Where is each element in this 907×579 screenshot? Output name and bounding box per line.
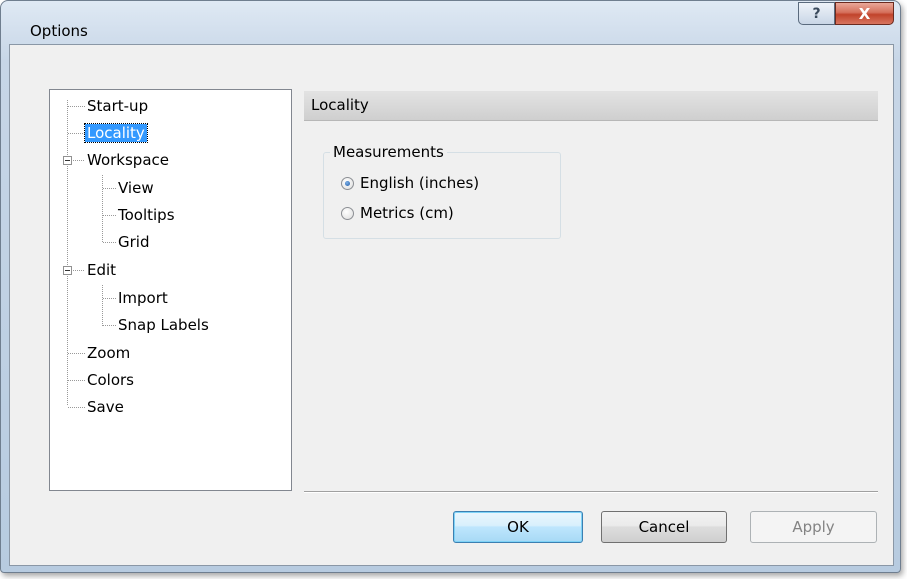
tree-item-grid[interactable]: Grid — [116, 231, 151, 253]
tree-connector-line — [67, 100, 68, 406]
options-tree[interactable]: Start-up Locality Workspace View Tooltip… — [49, 89, 292, 491]
button-separator — [304, 491, 878, 493]
close-button[interactable]: X — [835, 2, 894, 25]
english-inches-label: English (inches) — [360, 174, 480, 192]
tree-connector-line — [68, 380, 85, 381]
help-button[interactable]: ? — [798, 2, 835, 25]
collapse-icon[interactable] — [63, 266, 72, 275]
title-bar[interactable]: Options ? X — [1, 1, 900, 45]
measurements-group-label: Measurements — [330, 144, 447, 160]
tree-item-label: Snap Labels — [118, 316, 209, 334]
window-title: Options — [30, 22, 88, 40]
section-header: Locality — [304, 91, 878, 121]
metrics-cm-label: Metrics (cm) — [360, 204, 454, 222]
cancel-button[interactable]: Cancel — [601, 511, 727, 543]
tree-item-label: Zoom — [87, 344, 131, 362]
tree-item-label: Grid — [118, 233, 150, 251]
tree-connector-line — [68, 407, 85, 408]
tree-connector-line — [68, 106, 85, 107]
tree-connector-line — [73, 160, 85, 161]
tree-item-label: Colors — [87, 371, 134, 389]
tree-item-label: Locality — [84, 123, 148, 143]
tree-item-label: Import — [118, 289, 168, 307]
tree-item-edit[interactable]: Edit — [85, 259, 118, 281]
tree-item-label: Edit — [87, 261, 117, 279]
tree-item-label: View — [118, 179, 154, 197]
tree-item-import[interactable]: Import — [116, 287, 170, 309]
tree-item-save[interactable]: Save — [85, 396, 126, 418]
tree-connector-line — [103, 188, 116, 189]
tree-connector-line — [103, 298, 116, 299]
tree-item-label: Workspace — [87, 151, 169, 169]
tree-item-locality[interactable]: Locality — [84, 122, 148, 144]
metrics-cm-option[interactable]: Metrics (cm) — [341, 203, 454, 223]
tree-item-colors[interactable]: Colors — [85, 369, 136, 391]
tree-item-label: Save — [87, 398, 124, 416]
radio-unchecked-icon[interactable] — [341, 206, 354, 220]
apply-button[interactable]: Apply — [750, 511, 877, 543]
dialog-client-area: Start-up Locality Workspace View Tooltip… — [9, 44, 894, 566]
help-icon: ? — [812, 5, 821, 22]
tree-connector-line — [73, 270, 85, 271]
tree-connector-line — [68, 353, 85, 354]
english-inches-option[interactable]: English (inches) — [341, 173, 479, 193]
measurements-groupbox — [323, 152, 561, 239]
tree-connector-line — [102, 175, 103, 243]
options-dialog: Options ? X Start-up Locality Workspace … — [0, 0, 901, 573]
tree-connector-line — [103, 215, 116, 216]
ok-button[interactable]: OK — [453, 511, 583, 543]
radio-checked-icon[interactable] — [341, 176, 354, 190]
tree-item-zoom[interactable]: Zoom — [85, 342, 132, 364]
close-icon: X — [858, 4, 871, 23]
tree-item-tooltips[interactable]: Tooltips — [116, 204, 177, 226]
tree-item-label: Tooltips — [118, 206, 175, 224]
tree-item-snap-labels[interactable]: Snap Labels — [116, 314, 211, 336]
tree-connector-line — [68, 133, 85, 134]
tree-item-view[interactable]: View — [116, 177, 156, 199]
tree-connector-line — [102, 285, 103, 326]
tree-item-workspace[interactable]: Workspace — [85, 149, 171, 171]
tree-connector-line — [103, 325, 116, 326]
tree-item-start-up[interactable]: Start-up — [85, 95, 150, 117]
tree-item-label: Start-up — [87, 97, 149, 115]
collapse-icon[interactable] — [63, 156, 72, 165]
tree-connector-line — [103, 242, 116, 243]
